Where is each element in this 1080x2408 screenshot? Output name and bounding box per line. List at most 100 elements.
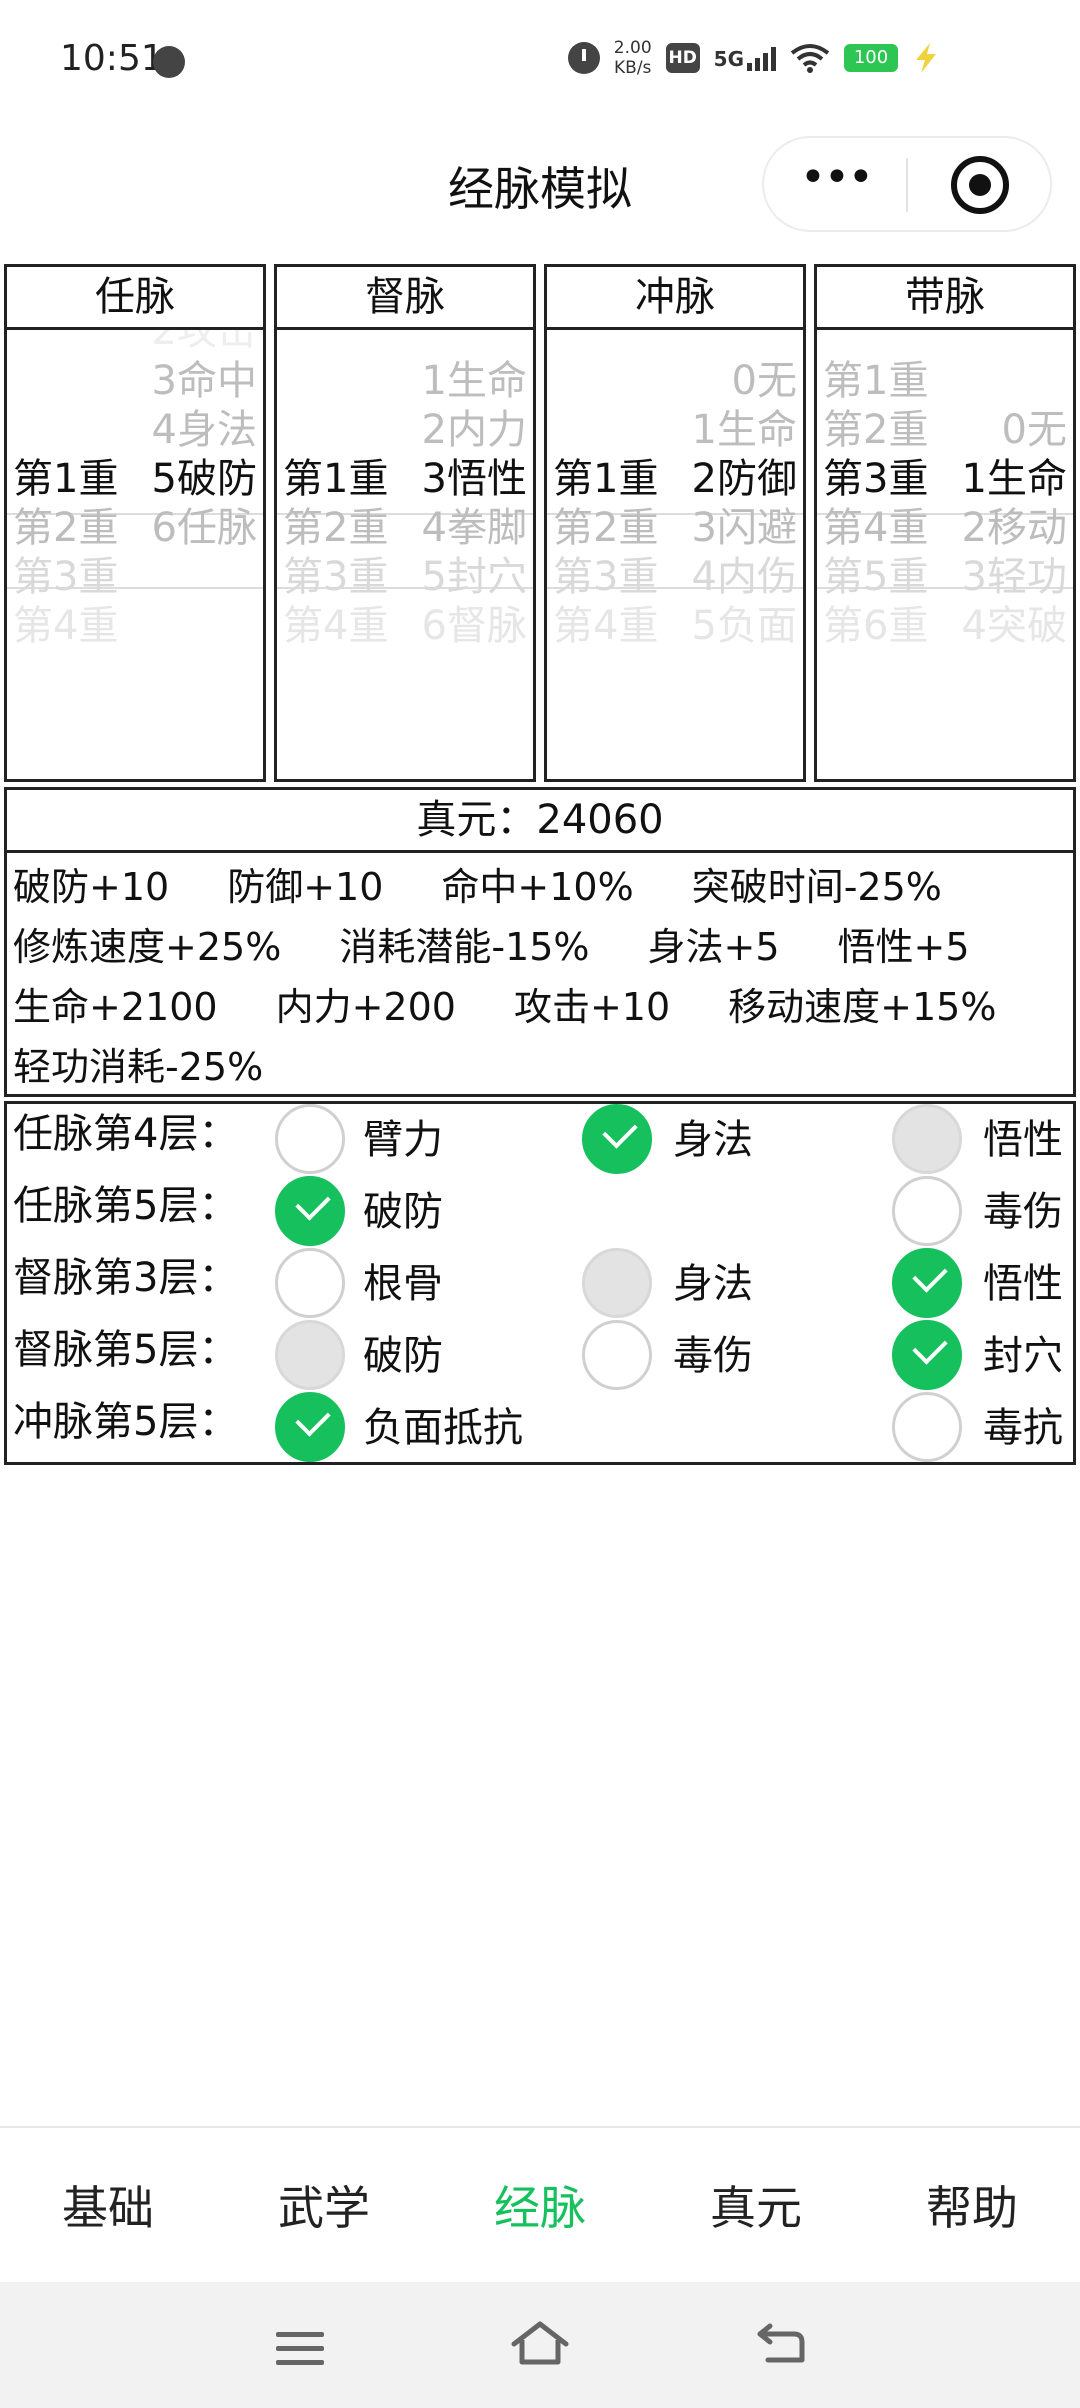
option-label: 负面抵抗: [363, 1405, 523, 1451]
zhenyuan-title: 真元：24060: [7, 790, 1073, 853]
option-label: 毒伤: [983, 1189, 1063, 1235]
option-row-label: 任脉第5层：: [13, 1183, 239, 1229]
option-row-label: 督脉第5层：: [13, 1327, 239, 1373]
attribute: 攻击+10: [513, 985, 671, 1029]
option-checkbox[interactable]: [582, 1320, 652, 1390]
net-speed-unit: KB/s: [614, 58, 652, 78]
option-checkbox[interactable]: [892, 1392, 962, 1462]
option-checkbox[interactable]: [892, 1320, 962, 1390]
option-row: 冲脉第5层： 负面抵抗 毒抗: [7, 1392, 1073, 1464]
option-label: 悟性: [983, 1261, 1063, 1307]
option-checkbox[interactable]: [892, 1176, 962, 1246]
system-nav-bar: [0, 2282, 1080, 2408]
attribute: 防御+10: [227, 865, 384, 909]
picker-option[interactable]: 第4重 6督脉: [277, 585, 533, 659]
picker-wheel[interactable]: 0无 1生命 第1重 2防御 第2重 3闪避 第3重 4内伤 第4重 5负面: [547, 330, 803, 779]
option-checkbox[interactable]: [892, 1248, 962, 1318]
option-label: 身法: [673, 1261, 753, 1307]
notification-icon: [153, 46, 185, 78]
picker-option[interactable]: 第4重 5负面: [547, 585, 803, 659]
option-checkbox[interactable]: [582, 1248, 652, 1318]
option-label: 毒伤: [673, 1333, 753, 1379]
more-icon[interactable]: •••: [800, 156, 874, 208]
signal-icon: 5G: [714, 45, 776, 71]
zhenyuan-summary: 真元：24060 破防+10 防御+10 命中+10% 突破时间-25% 修炼速…: [4, 787, 1076, 1097]
charging-icon: [916, 43, 936, 73]
option-row: 任脉第5层： 破防 毒伤: [7, 1176, 1073, 1248]
option-checkbox[interactable]: [275, 1320, 345, 1390]
option-label: 封穴: [983, 1333, 1063, 1379]
status-time: 10:51: [60, 38, 164, 79]
meridian-pickers: 任脉 2攻击 3命中 4身法 第1重 5破防 第2重 6任脉 第3重 第4重 督脉 …: [4, 264, 1076, 782]
network-type: 5G: [713, 47, 744, 71]
tab-zhenyuan[interactable]: 真元: [648, 2172, 864, 2238]
option-checkbox[interactable]: [275, 1248, 345, 1318]
option-label: 破防: [363, 1333, 443, 1379]
attribute-line: 轻功消耗-25%: [13, 1037, 1067, 1097]
attribute-line: 修炼速度+25% 消耗潜能-15% 身法+5 悟性+5: [13, 917, 1067, 977]
picker-option[interactable]: 第6重 4突破: [817, 585, 1073, 659]
wifi-icon: [790, 44, 830, 73]
attribute: 突破时间-25%: [691, 865, 942, 909]
net-speed-value: 2.00: [613, 38, 652, 58]
option-row-label: 督脉第3层：: [13, 1255, 239, 1301]
option-label: 破防: [363, 1189, 443, 1235]
picker-option[interactable]: 第4重: [7, 585, 263, 659]
attribute: 命中+10%: [441, 865, 634, 909]
layer-options: 任脉第4层： 臂力 身法 悟性 任脉第5层： 破防 毒伤 督脉第3层： 根骨 身…: [4, 1101, 1076, 1465]
option-label: 悟性: [983, 1117, 1063, 1163]
option-checkbox[interactable]: [275, 1392, 345, 1462]
option-label: 毒抗: [983, 1405, 1063, 1451]
picker-header: 督脉: [277, 267, 533, 330]
attribute: 破防+10: [13, 865, 170, 909]
picker-du: 督脉 1生命 2内力 第1重 3悟性 第2重 4拳脚 第3重 5封穴 第4重 6督脉: [274, 264, 536, 782]
option-checkbox[interactable]: [275, 1104, 345, 1174]
attribute: 移动速度+15%: [728, 985, 997, 1029]
option-label: 根骨: [363, 1261, 443, 1307]
tab-martial[interactable]: 武学: [216, 2172, 432, 2238]
menu-icon[interactable]: [276, 2328, 324, 2368]
option-row: 任脉第4层： 臂力 身法 悟性: [7, 1104, 1073, 1176]
picker-header: 冲脉: [547, 267, 803, 330]
attribute: 消耗潜能-15%: [339, 925, 590, 969]
alarm-icon: [567, 42, 600, 74]
status-bar: 10:51 2.00 KB/s HD 5G 100: [0, 0, 1080, 120]
picker-ren: 任脉 2攻击 3命中 4身法 第1重 5破防 第2重 6任脉 第3重 第4重: [4, 264, 266, 782]
picker-wheel[interactable]: 第1重 第2重 0无 第3重 1生命 第4重 2移动 第5重 3轻功 第6重 4突破: [817, 330, 1073, 779]
attribute: 身法+5: [647, 925, 780, 969]
battery-icon: 100: [844, 44, 898, 72]
attribute-list: 破防+10 防御+10 命中+10% 突破时间-25% 修炼速度+25% 消耗潜…: [7, 853, 1073, 1101]
picker-wheel[interactable]: 1生命 2内力 第1重 3悟性 第2重 4拳脚 第3重 5封穴 第4重 6督脉: [277, 330, 533, 779]
tab-bar: 基础 武学 经脉 真元 帮助: [0, 2126, 1080, 2282]
attribute: 生命+2100: [13, 985, 218, 1029]
tab-basic[interactable]: 基础: [0, 2172, 216, 2238]
capsule-divider: [906, 158, 908, 212]
hd-icon: HD: [665, 43, 700, 73]
attribute-line: 破防+10 防御+10 命中+10% 突破时间-25%: [13, 857, 1067, 917]
picker-wheel[interactable]: 2攻击 3命中 4身法 第1重 5破防 第2重 6任脉 第3重 第4重: [7, 330, 263, 779]
option-row: 督脉第3层： 根骨 身法 悟性: [7, 1248, 1073, 1320]
option-row-label: 任脉第4层：: [13, 1111, 239, 1157]
attribute-line: 生命+2100 内力+200 攻击+10 移动速度+15%: [13, 977, 1067, 1037]
net-speed: 2.00 KB/s: [614, 38, 652, 78]
status-icons: 2.00 KB/s HD 5G 100: [567, 38, 940, 78]
picker-header: 带脉: [817, 267, 1073, 330]
option-row-label: 冲脉第5层：: [13, 1399, 239, 1445]
option-checkbox[interactable]: [582, 1104, 652, 1174]
attribute: 轻功消耗-25%: [13, 1045, 264, 1089]
option-checkbox[interactable]: [275, 1176, 345, 1246]
home-icon[interactable]: [508, 2318, 572, 2370]
tab-help[interactable]: 帮助: [864, 2172, 1080, 2238]
option-label: 臂力: [363, 1117, 443, 1163]
option-label: 身法: [673, 1117, 753, 1163]
signal-bars-icon: [747, 45, 776, 71]
picker-header: 任脉: [7, 267, 263, 330]
close-mini-program-icon[interactable]: [951, 156, 1009, 214]
tab-meridian[interactable]: 经脉: [432, 2172, 648, 2238]
picker-dai: 带脉 第1重 第2重 0无 第3重 1生命 第4重 2移动 第5重 3轻功 第6重 4突破: [814, 264, 1076, 782]
option-checkbox[interactable]: [892, 1104, 962, 1174]
picker-chong: 冲脉 0无 1生命 第1重 2防御 第2重 3闪避 第3重 4内伤 第4重 5负面: [544, 264, 806, 782]
back-icon[interactable]: [754, 2320, 808, 2370]
option-row: 督脉第5层： 破防 毒伤 封穴: [7, 1320, 1073, 1392]
attribute: 内力+200: [275, 985, 456, 1029]
